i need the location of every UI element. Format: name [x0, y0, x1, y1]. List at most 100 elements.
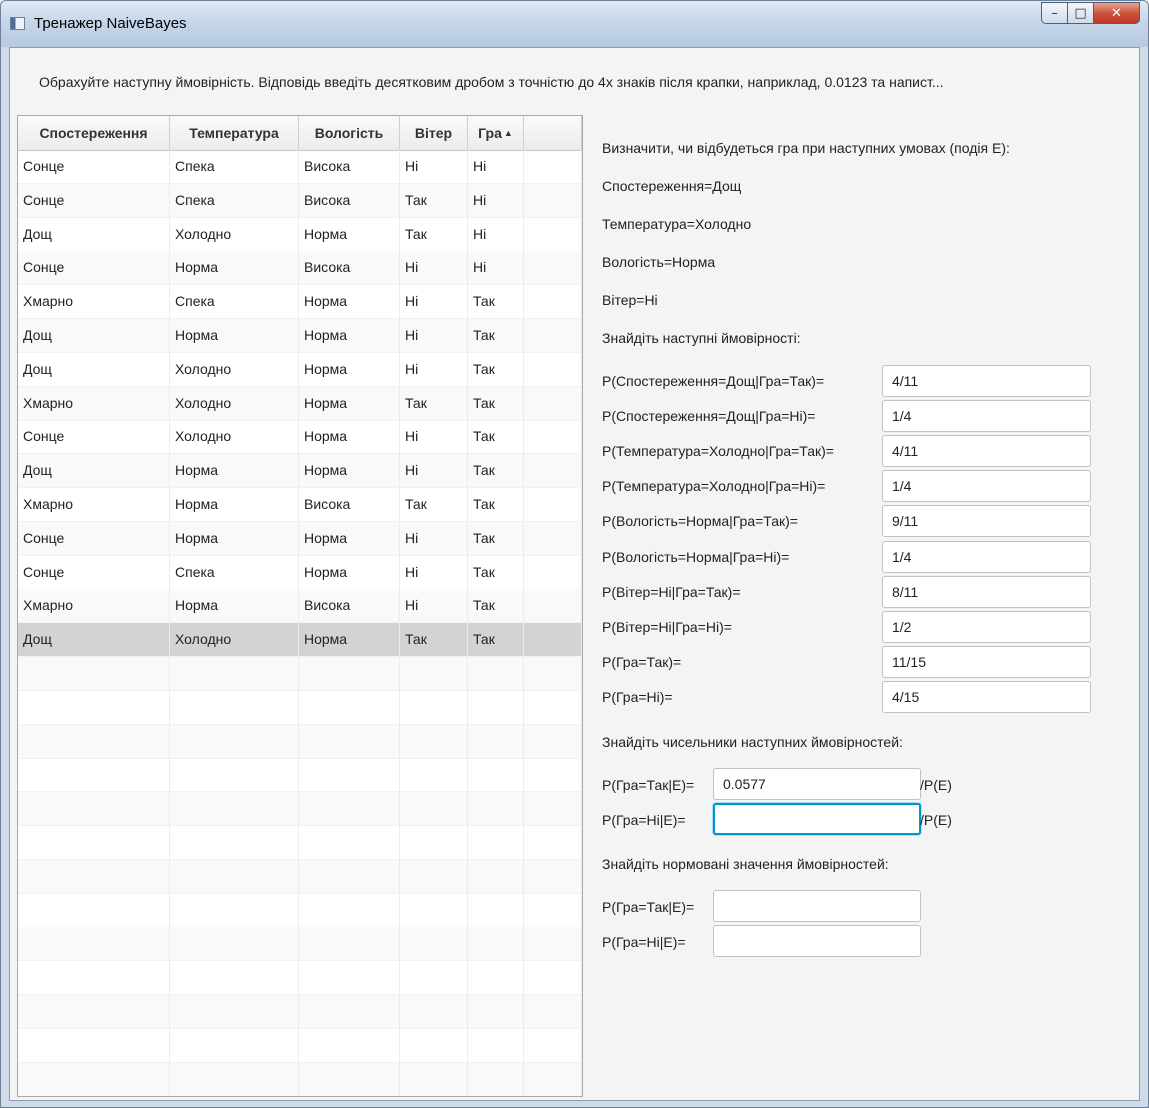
table-cell-observation: Дощ [18, 217, 170, 251]
table-row[interactable]: Дощ Холодно Норма Так Ні [18, 217, 582, 252]
close-button[interactable]: ✕ [1094, 2, 1140, 24]
table-cell-play: Ні [468, 150, 524, 183]
table-cell-humidity: Норма [299, 319, 400, 352]
table-cell-observation [18, 859, 170, 893]
table-cell-wind: Ні [400, 454, 468, 488]
column-header-wind[interactable]: Вітер [400, 116, 468, 150]
table-row[interactable]: Сонце Норма Норма Ні Так [18, 521, 582, 556]
table-row[interactable]: Дощ Холодно Норма Так Так [18, 623, 582, 658]
table-cell-wind: Ні [400, 150, 468, 183]
normalized-play-no-input[interactable] [713, 925, 921, 957]
table-cell-temperature: Норма [170, 589, 299, 623]
p-windno-yes-input[interactable] [882, 575, 1091, 608]
condition-heading: Визначити, чи відбудеться гра при наступ… [602, 140, 1010, 156]
table-cell-temperature [170, 690, 299, 724]
table-cell-filler [524, 555, 582, 589]
table-cell-temperature [170, 1028, 299, 1062]
column-header-play[interactable]: Гра ▲ [468, 116, 524, 150]
p-cold-yes-input[interactable] [882, 435, 1091, 468]
table-cell-wind [400, 792, 468, 826]
table-cell-wind [400, 1062, 468, 1096]
column-header-label: Спостереження [39, 125, 148, 141]
table-cell-humidity: Норма [299, 623, 400, 657]
table-row-empty [18, 826, 582, 860]
table-cell-filler [524, 893, 582, 927]
table-header: Спостереження Температура Вологість Вітер Гр… [18, 116, 582, 151]
table-row[interactable]: Сонце Норма Висока Ні Ні [18, 251, 582, 286]
column-header-humidity[interactable]: Вологість [299, 116, 400, 150]
table-cell-temperature: Норма [170, 251, 299, 285]
column-header-observation[interactable]: Спостереження [18, 116, 170, 150]
table-cell-play [468, 826, 524, 859]
table-row[interactable]: Сонце Спека Висока Ні Ні [18, 150, 582, 184]
table-cell-play [468, 995, 524, 1028]
numerators-heading: Знайдіть чисельники наступних ймовірност… [602, 734, 903, 750]
observations-table[interactable]: Спостереження Температура Вологість Вітер Гр… [17, 115, 583, 1097]
table-row[interactable]: Дощ Норма Норма Ні Так [18, 319, 582, 353]
table-cell-observation [18, 995, 170, 1028]
table-row[interactable]: Хмарно Норма Висока Так Так [18, 488, 582, 522]
table-cell-play [468, 859, 524, 893]
table-cell-humidity [299, 995, 400, 1028]
table-cell-filler [524, 1028, 582, 1062]
p-normal-yes-input[interactable] [882, 505, 1091, 538]
table-cell-play: Ні [468, 251, 524, 285]
p-rain-yes-input[interactable] [882, 365, 1091, 397]
table-cell-observation: Дощ [18, 454, 170, 488]
table-row-empty [18, 690, 582, 725]
table-cell-filler [524, 961, 582, 995]
table-cell-temperature: Холодно [170, 420, 299, 454]
p-play-yes-input[interactable] [882, 645, 1091, 678]
table-row[interactable]: Дощ Норма Норма Ні Так [18, 454, 582, 489]
p-play-yes-label: P(Гра=Так)= [602, 653, 682, 670]
table-cell-temperature: Норма [170, 488, 299, 521]
table-cell-observation: Дощ [18, 319, 170, 352]
table-row[interactable]: Хмарно Холодно Норма Так Так [18, 386, 582, 421]
table-row-empty [18, 859, 582, 894]
column-header-temperature[interactable]: Температура [170, 116, 299, 150]
table-cell-wind: Так [400, 488, 468, 521]
table-cell-temperature [170, 995, 299, 1028]
table-row[interactable]: Сонце Спека Висока Так Ні [18, 183, 582, 218]
p-normal-no-input[interactable] [882, 540, 1091, 573]
table-cell-humidity [299, 1062, 400, 1096]
p-cold-no-input[interactable] [882, 470, 1091, 503]
table-cell-wind [400, 859, 468, 893]
table-cell-humidity [299, 961, 400, 995]
table-cell-play [468, 690, 524, 724]
table-row[interactable]: Хмарно Норма Висока Ні Так [18, 589, 582, 624]
condition-item: Вологість=Норма [602, 254, 716, 270]
table-cell-temperature: Спека [170, 285, 299, 319]
table-row[interactable]: Дощ Холодно Норма Ні Так [18, 352, 582, 387]
table-cell-play [468, 792, 524, 826]
table-cell-observation: Сонце [18, 251, 170, 285]
table-row[interactable]: Сонце Спека Норма Ні Так [18, 555, 582, 590]
maximize-button[interactable]: □ [1068, 2, 1094, 24]
table-cell-play [468, 657, 524, 690]
table-cell-observation: Сонце [18, 555, 170, 589]
table-cell-observation: Хмарно [18, 589, 170, 623]
numerator-play-yes-input[interactable] [713, 768, 921, 800]
table-row[interactable]: Хмарно Спека Норма Ні Так [18, 285, 582, 320]
table-row-empty [18, 1062, 582, 1096]
numerator-play-no-input[interactable] [713, 803, 921, 835]
table-row[interactable]: Сонце Холодно Норма Ні Так [18, 420, 582, 455]
table-cell-filler [524, 386, 582, 420]
p-windno-no-label: P(Вітер=Ні|Гра=Ні)= [602, 618, 732, 635]
condition-item: Спостереження=Дощ [602, 178, 742, 194]
table-cell-humidity [299, 657, 400, 690]
p-rain-no-input[interactable] [882, 400, 1091, 433]
normalized-play-yes-input[interactable] [713, 890, 921, 922]
table-cell-temperature [170, 758, 299, 792]
table-cell-observation [18, 657, 170, 690]
p-windno-no-input[interactable] [882, 610, 1091, 643]
title-bar[interactable]: Тренажер NaiveBayes – □ ✕ [1, 1, 1148, 47]
table-cell-humidity [299, 859, 400, 893]
table-row-empty [18, 657, 582, 691]
minimize-button[interactable]: – [1041, 2, 1068, 24]
p-play-no-input[interactable] [882, 680, 1091, 713]
p-play-no-label: P(Гра=Ні)= [602, 688, 673, 705]
table-cell-wind [400, 961, 468, 995]
table-cell-temperature: Холодно [170, 217, 299, 251]
table-cell-wind: Так [400, 386, 468, 420]
